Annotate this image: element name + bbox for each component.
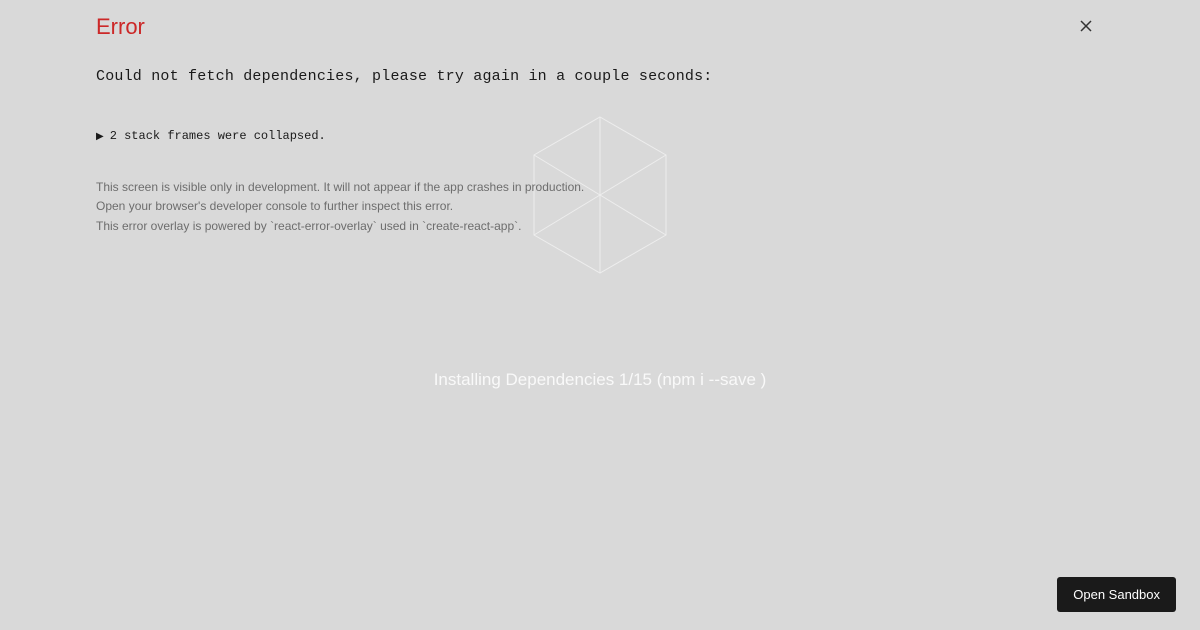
open-sandbox-button[interactable]: Open Sandbox (1057, 577, 1176, 612)
error-title: Error (96, 14, 1104, 40)
notice-line: This error overlay is powered by `react-… (96, 218, 1104, 235)
stack-frames-toggle[interactable]: ▶ 2 stack frames were collapsed. (96, 129, 1104, 143)
stack-frames-label: 2 stack frames were collapsed. (110, 129, 326, 143)
close-icon (1080, 20, 1092, 32)
dev-notice: This screen is visible only in developme… (96, 179, 1104, 235)
close-button[interactable] (1078, 18, 1094, 34)
notice-line: This screen is visible only in developme… (96, 179, 1104, 196)
disclosure-triangle-icon: ▶ (96, 131, 104, 142)
notice-line: Open your browser's developer console to… (96, 198, 1104, 215)
error-message: Could not fetch dependencies, please try… (96, 68, 1104, 85)
error-overlay: Error Could not fetch dependencies, plea… (0, 0, 1200, 630)
